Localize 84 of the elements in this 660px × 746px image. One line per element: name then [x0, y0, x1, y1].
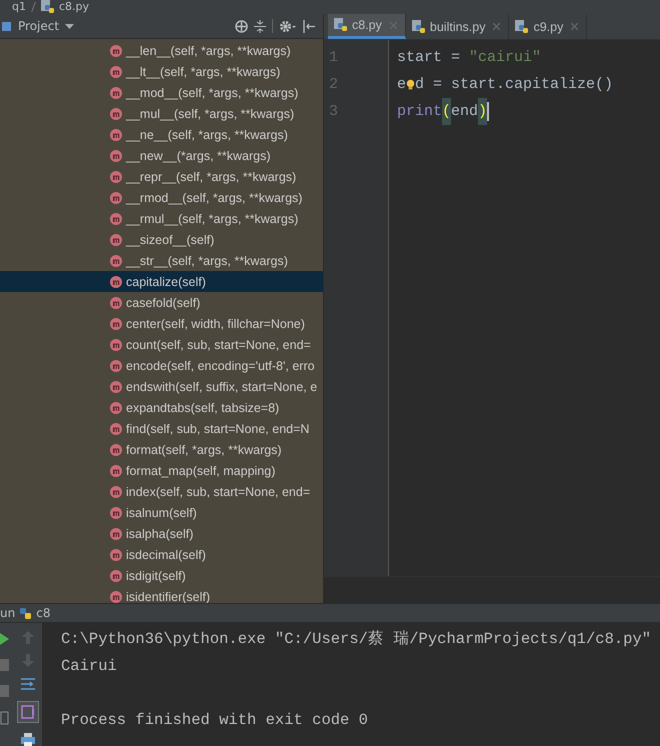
method-icon [110, 360, 122, 372]
python-file-icon [412, 20, 426, 34]
structure-item[interactable]: isalpha(self) [0, 523, 323, 544]
structure-item[interactable]: __rmod__(self, *args, **kwargs) [0, 187, 323, 208]
method-icon [110, 380, 122, 392]
close-icon[interactable] [571, 23, 578, 30]
print-icon[interactable] [20, 733, 36, 746]
structure-item[interactable]: index(self, sub, start=None, end= [0, 481, 323, 502]
method-icon [110, 318, 122, 330]
breadcrumb-item[interactable]: q1 [12, 1, 26, 13]
method-icon [110, 422, 122, 434]
code-line: start = "cairui" [397, 48, 542, 68]
structure-item[interactable]: find(self, sub, start=None, end=N [0, 418, 323, 439]
method-icon [110, 170, 122, 182]
panel-title[interactable]: Project [18, 19, 60, 33]
structure-item[interactable]: count(self, sub, start=None, end= [0, 334, 323, 355]
structure-item[interactable]: format(self, *args, **kwargs) [0, 439, 323, 460]
console-output-line: Process finished with exit code 0 [61, 710, 369, 731]
method-icon [110, 276, 122, 288]
code-line: print(end) [397, 98, 614, 125]
structure-item[interactable]: __sizeof__(self) [0, 229, 323, 250]
python-file-icon [40, 0, 55, 14]
structure-item[interactable]: __new__(*args, **kwargs) [0, 145, 323, 166]
method-icon [110, 66, 122, 78]
console-output-line: Cairui [61, 656, 118, 677]
python-file-icon [334, 18, 348, 32]
method-icon [110, 570, 122, 582]
text-cursor [487, 102, 490, 121]
structure-item[interactable]: format_map(self, mapping) [0, 460, 323, 481]
editor-tab[interactable]: c8.py [328, 14, 406, 39]
method-icon [110, 150, 122, 162]
method-icon [110, 506, 122, 518]
gear-icon[interactable] [279, 20, 297, 32]
method-icon [110, 444, 122, 456]
structure-item[interactable]: capitalize(self) [0, 271, 323, 292]
method-icon [110, 486, 122, 498]
panel-title: un [0, 606, 16, 620]
method-icon [110, 254, 122, 266]
structure-item[interactable]: expandtabs(self, tabsize=8) [0, 397, 323, 418]
method-icon [110, 528, 122, 540]
hide-panel-icon[interactable] [303, 20, 315, 32]
method-icon [110, 192, 122, 204]
method-icon [110, 590, 122, 602]
method-icon [110, 548, 122, 560]
collapse-icon[interactable] [254, 20, 266, 32]
method-icon [110, 86, 122, 98]
close-icon[interactable] [493, 23, 500, 30]
crosshair-icon[interactable] [235, 20, 248, 32]
method-icon [110, 296, 122, 308]
method-icon [110, 234, 122, 246]
method-icon [110, 464, 122, 476]
structure-item[interactable]: __rmul__(self, *args, **kwargs) [0, 208, 323, 229]
wrap-lines-icon[interactable] [20, 677, 36, 691]
method-icon [110, 212, 122, 224]
structure-item[interactable]: endswith(self, suffix, start=None, e [0, 376, 323, 397]
method-icon [110, 338, 122, 350]
dropdown-caret-icon[interactable] [65, 24, 74, 28]
structure-item[interactable]: center(self, width, fillchar=None) [0, 313, 323, 334]
method-icon [110, 44, 122, 56]
method-icon [110, 402, 122, 414]
method-icon [110, 108, 122, 120]
structure-item[interactable]: __str__(self, *args, **kwargs) [0, 250, 323, 271]
breadcrumb-separator [31, 2, 36, 12]
python-file-icon [19, 606, 32, 620]
play-icon[interactable] [0, 633, 9, 645]
console-output-line: C:\Python36\python.exe "C:/Users/蔡 瑞/PycharmProjects/q1/c8.py" [61, 629, 652, 650]
python-file-icon [515, 20, 530, 34]
structure-item[interactable]: __mod__(self, *args, **kwargs) [0, 82, 323, 103]
structure-item[interactable]: isdecimal(self) [0, 544, 323, 565]
structure-item[interactable]: isidentifier(self) [0, 586, 323, 603]
breadcrumb-item[interactable]: c8.py [58, 1, 90, 13]
structure-item[interactable]: encode(self, encoding='utf-8', erro [0, 355, 323, 376]
structure-item[interactable]: __len__(self, *args, **kwargs) [0, 40, 323, 61]
run-config-label[interactable]: c8 [36, 606, 50, 620]
structure-item[interactable]: isalnum(self) [0, 502, 323, 523]
method-icon [110, 128, 122, 140]
structure-item[interactable]: casefold(self) [0, 292, 323, 313]
structure-item[interactable]: __lt__(self, *args, **kwargs) [0, 61, 323, 82]
structure-item[interactable]: __repr__(self, *args, **kwargs) [0, 166, 323, 187]
structure-item[interactable]: __ne__(self, *args, **kwargs) [0, 124, 323, 145]
structure-item[interactable]: isdigit(self) [0, 565, 323, 586]
structure-item[interactable]: __mul__(self, *args, **kwargs) [0, 103, 323, 124]
scroll-to-end-icon[interactable] [17, 701, 39, 723]
code-line: e d = start.capitalize() [397, 75, 614, 95]
